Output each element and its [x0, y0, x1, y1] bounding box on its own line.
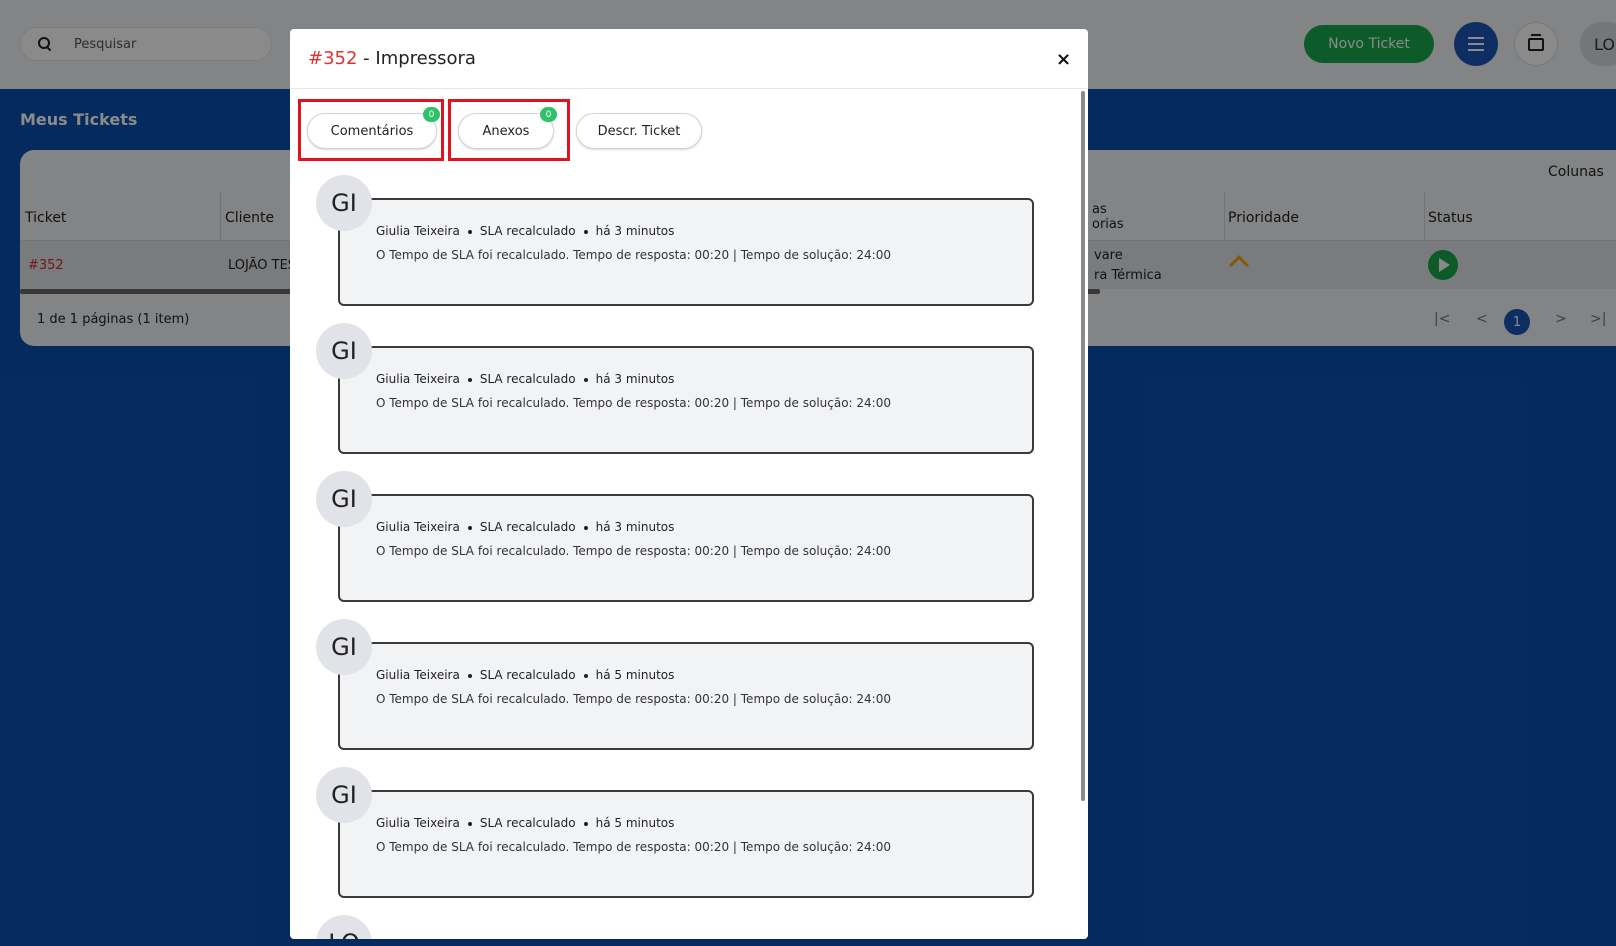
tab-anexos-label: Anexos	[482, 123, 530, 139]
tab-descr-ticket-label: Descr. Ticket	[597, 123, 681, 139]
entry-avatar: GI	[316, 175, 372, 231]
entry-time: há 3 minutos	[595, 520, 675, 534]
modal-header: #352 - Impressora ×	[290, 29, 1088, 89]
entry-meta: Giulia Teixeira SLA recalculado há 3 minut…	[376, 372, 674, 386]
entry-author: Giulia Teixeira	[376, 816, 460, 830]
tab-comentarios[interactable]: Comentários	[307, 113, 437, 149]
tab-comentarios-label: Comentários	[330, 123, 414, 139]
entry-avatar: GI	[316, 323, 372, 379]
tab-descr-ticket[interactable]: Descr. Ticket	[576, 113, 702, 149]
entry-message: O Tempo de SLA foi recalculado. Tempo de…	[376, 840, 891, 854]
entry-type: SLA recalculado	[479, 372, 576, 386]
comment-entry: Giulia Teixeira SLA recalculado há 3 minut…	[338, 198, 1034, 306]
entry-message: O Tempo de SLA foi recalculado. Tempo de…	[376, 248, 891, 262]
vertical-scrollbar[interactable]	[1081, 91, 1085, 801]
entry-meta: Giulia Teixeira SLA recalculado há 3 minut…	[376, 520, 674, 534]
entry-type: SLA recalculado	[479, 520, 576, 534]
entry-meta: Giulia Teixeira SLA recalculado há 3 minut…	[376, 224, 674, 238]
entry-type: SLA recalculado	[479, 816, 576, 830]
modal-ticket-title: - Impressora	[357, 48, 476, 69]
entry-message: O Tempo de SLA foi recalculado. Tempo de…	[376, 396, 891, 410]
comment-entry: Giulia Teixeira SLA recalculado há 5 minut…	[338, 642, 1034, 750]
entry-author: Giulia Teixeira	[376, 224, 460, 238]
close-icon[interactable]: ×	[1056, 49, 1071, 70]
modal-title: #352 - Impressora	[308, 48, 476, 69]
entry-time: há 5 minutos	[595, 816, 675, 830]
comment-entry: Giulia Teixeira SLA recalculado há 3 minut…	[338, 494, 1034, 602]
modal-ticket-number: #352	[308, 48, 358, 69]
ticket-modal: #352 - Impressora × Comentários 0 Anexos…	[290, 29, 1088, 939]
tab-anexos[interactable]: Anexos	[458, 113, 554, 149]
entry-type: SLA recalculado	[479, 224, 576, 238]
entry-time: há 5 minutos	[595, 668, 675, 682]
entry-avatar: GI	[316, 767, 372, 823]
entry-message: O Tempo de SLA foi recalculado. Tempo de…	[376, 544, 891, 558]
entry-avatar: GI	[316, 471, 372, 527]
anexos-count-badge: 0	[540, 107, 557, 122]
entry-type: SLA recalculado	[479, 668, 576, 682]
entry-time: há 3 minutos	[595, 372, 675, 386]
entry-meta: Giulia Teixeira SLA recalculado há 5 minut…	[376, 816, 674, 830]
entry-author: Giulia Teixeira	[376, 668, 460, 682]
entry-meta: Giulia Teixeira SLA recalculado há 5 minut…	[376, 668, 674, 682]
comment-entry: Giulia Teixeira SLA recalculado há 3 minut…	[338, 346, 1034, 454]
comment-entry: Giulia Teixeira SLA recalculado há 5 minut…	[338, 790, 1034, 898]
entry-time: há 3 minutos	[595, 224, 675, 238]
entry-author: Giulia Teixeira	[376, 372, 460, 386]
entry-author: Giulia Teixeira	[376, 520, 460, 534]
entry-message: O Tempo de SLA foi recalculado. Tempo de…	[376, 692, 891, 706]
entry-avatar-partial: LO	[316, 915, 372, 939]
comentarios-count-badge: 0	[423, 107, 440, 122]
entry-avatar: GI	[316, 619, 372, 675]
